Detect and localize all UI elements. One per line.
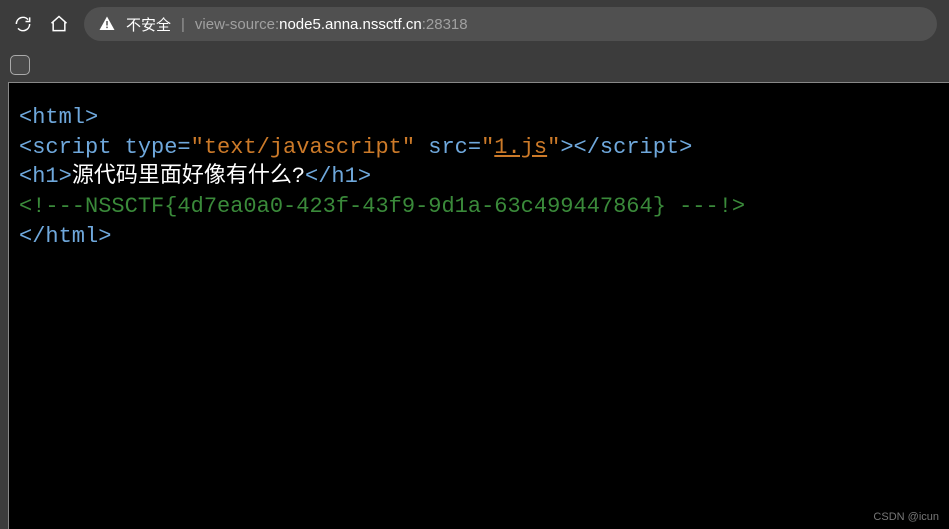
sub-toolbar	[0, 48, 949, 82]
tag-h1-close: </h1>	[305, 164, 371, 189]
url-text: view-source:node5.anna.nssctf.cn:28318	[195, 16, 468, 33]
warning-icon	[98, 15, 116, 33]
source-viewport: <html> <script type="text/javascript" sr…	[8, 82, 949, 529]
address-bar[interactable]: 不安全 | view-source:node5.anna.nssctf.cn:2…	[84, 7, 937, 41]
home-icon[interactable]	[48, 13, 70, 35]
browser-toolbar: 不安全 | view-source:node5.anna.nssctf.cn:2…	[0, 0, 949, 48]
url-prefix: view-source:	[195, 16, 279, 33]
refresh-icon[interactable]	[12, 13, 34, 35]
src-link[interactable]: 1.js	[494, 135, 547, 160]
watermark: CSDN @icun	[873, 511, 939, 523]
url-host: node5.anna.nssctf.cn	[279, 16, 422, 33]
tag-h1-open: <h1>	[19, 164, 72, 189]
tag-script-close: </script>	[574, 135, 693, 160]
wrap-checkbox[interactable]	[10, 55, 30, 75]
attr-type-name: type=	[111, 135, 190, 160]
attr-src-q2: "	[547, 135, 560, 160]
html-comment: <!---NSSCTF{4d7ea0a0-423f-43f9-9d1a-63c4…	[19, 194, 745, 219]
security-label: 不安全	[126, 14, 171, 35]
tag-script-open: <script	[19, 135, 111, 160]
source-code: <html> <script type="text/javascript" sr…	[19, 103, 939, 251]
attr-src-q1: "	[481, 135, 494, 160]
separator: |	[181, 16, 185, 33]
tag-html-close: </html>	[19, 224, 111, 249]
attr-src-name: src=	[415, 135, 481, 160]
h1-text: 源代码里面好像有什么?	[72, 164, 305, 189]
url-port: :28318	[422, 16, 468, 33]
tag-script-gt: >	[560, 135, 573, 160]
attr-type-val: "text/javascript"	[191, 135, 415, 160]
tag-html-open: <html>	[19, 105, 98, 130]
